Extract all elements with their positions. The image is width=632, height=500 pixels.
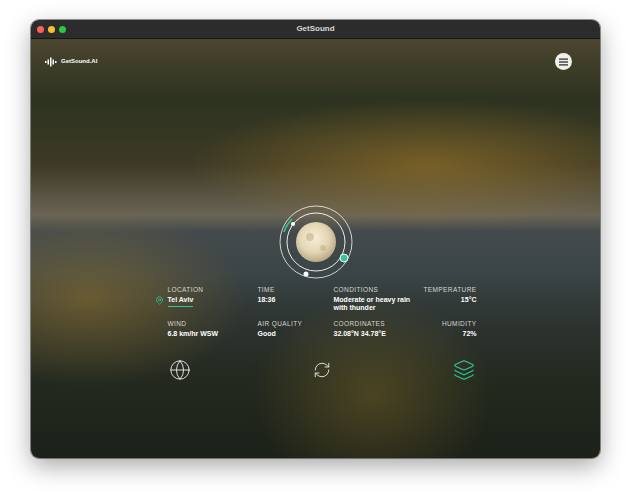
landscape-background: GetSound.AI LOCATION Tel Aviv TIME 18:36 COND… [31, 39, 600, 458]
zoom-button[interactable] [59, 26, 66, 33]
refresh-button[interactable] [310, 358, 334, 382]
traffic-lights [31, 26, 91, 33]
field-label: COORDINATES [334, 320, 386, 328]
location-field: LOCATION Tel Aviv [155, 286, 245, 312]
field-value: 15°C [461, 296, 477, 304]
refresh-icon [313, 361, 331, 379]
field-label: HUMIDITY [442, 320, 477, 328]
menu-icon [559, 58, 568, 66]
logo: GetSound.AI [45, 57, 97, 67]
moon-orb-icon [276, 202, 356, 282]
weather-field: CONDITIONS Moderate or heavy rain with th… [321, 286, 425, 312]
close-button[interactable] [37, 26, 44, 33]
field-label: AIR QUALITY [258, 320, 303, 328]
weather-field: AIR QUALITY Good [245, 320, 321, 344]
top-bar: GetSound.AI [31, 39, 600, 70]
weather-grid: LOCATION Tel Aviv TIME 18:36 CONDITIONS Moder… [155, 286, 477, 344]
field-value: 18:36 [258, 296, 276, 304]
weather-field: HUMIDITY 72% [425, 320, 477, 344]
layers-button[interactable] [452, 358, 476, 382]
title-bar: GetSound [31, 20, 600, 39]
soundwave-logo-icon [45, 57, 57, 67]
field-value: Moderate or heavy rain with thunder [334, 296, 425, 312]
weather-field: COORDINATES 32.08°N 34.78°E [321, 320, 425, 344]
menu-button[interactable] [555, 53, 572, 70]
field-label: CONDITIONS [334, 286, 379, 294]
app-window: GetSound GetSound.AI LOCATION Tel Aviv TIME 1… [31, 20, 600, 458]
field-value: 6.8 km/hr WSW [168, 330, 219, 338]
weather-field: WIND 6.8 km/hr WSW [155, 320, 245, 344]
location-value[interactable]: Tel Aviv [168, 296, 194, 307]
field-label: WIND [168, 320, 187, 328]
weather-panel: LOCATION Tel Aviv TIME 18:36 CONDITIONS Moder… [31, 70, 600, 382]
field-value: 32.08°N 34.78°E [334, 330, 386, 338]
field-label: TEMPERATURE [423, 286, 476, 294]
field-value: 72% [462, 330, 476, 338]
map-pin-icon [155, 296, 164, 305]
weather-field: TEMPERATURE 15°C [425, 286, 477, 312]
field-label: TIME [258, 286, 275, 294]
logo-name: GetSound.AI [61, 57, 97, 66]
weather-field: TIME 18:36 [245, 286, 321, 312]
page: GetSound GetSound.AI LOCATION Tel Aviv TIME 1… [0, 0, 632, 500]
minimize-button[interactable] [48, 26, 55, 33]
field-value: Good [258, 330, 276, 338]
globe-icon [169, 359, 191, 381]
action-row [155, 344, 477, 382]
window-title: GetSound [91, 23, 540, 35]
field-label: LOCATION [155, 286, 204, 294]
layers-icon [453, 359, 475, 381]
globe-button[interactable] [168, 358, 192, 382]
